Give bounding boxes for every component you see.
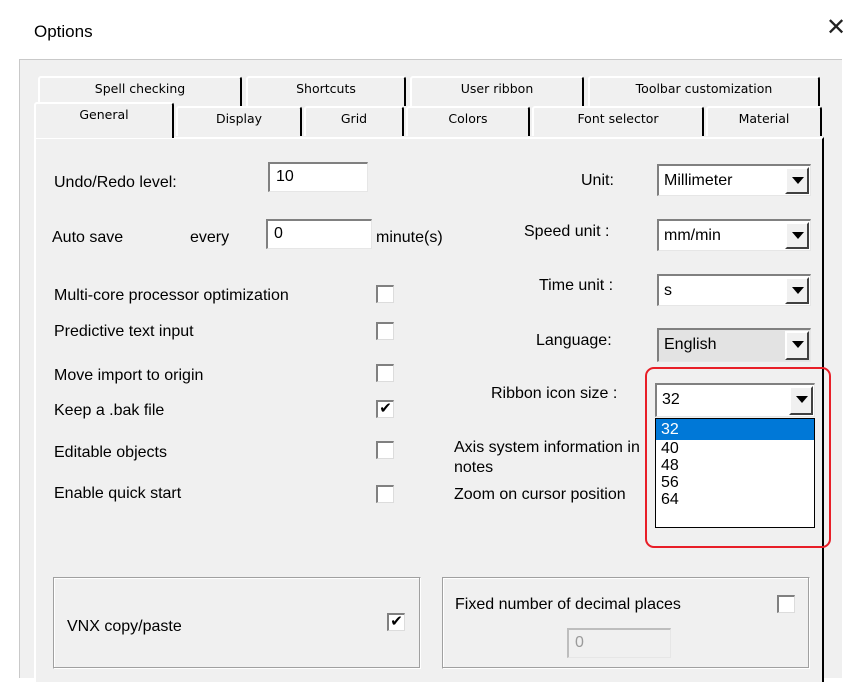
predictive-label: Predictive text input — [54, 323, 194, 340]
dropdown-option-48[interactable]: 48 — [656, 457, 814, 474]
editable-objects-label: Editable objects — [54, 444, 167, 461]
ribbon-icon-size-value: 32 — [662, 391, 680, 408]
predictive-checkbox[interactable] — [376, 322, 394, 340]
quick-start-checkbox[interactable] — [376, 485, 394, 503]
language-select[interactable]: English — [657, 328, 811, 362]
tab-font-selector[interactable]: Font selector — [532, 106, 704, 136]
time-unit-select[interactable]: s — [657, 274, 811, 306]
bak-file-label: Keep a .bak file — [54, 402, 165, 419]
dropdown-option-40[interactable]: 40 — [656, 440, 814, 457]
dropdown-option-32[interactable]: 32 — [656, 419, 814, 440]
vnx-label: VNX copy/paste — [67, 618, 182, 635]
chevron-down-icon[interactable] — [785, 277, 809, 304]
multicore-checkbox[interactable] — [376, 285, 394, 303]
tab-material[interactable]: Material — [706, 106, 822, 136]
quick-start-label: Enable quick start — [54, 485, 182, 502]
tab-display[interactable]: Display — [176, 106, 302, 136]
multicore-label: Multi-core processor optimization — [54, 287, 289, 304]
fixed-decimal-label: Fixed number of decimal places — [455, 596, 681, 613]
ribbon-icon-size-label: Ribbon icon size : — [491, 385, 618, 402]
chevron-down-icon[interactable] — [785, 167, 809, 194]
vnx-checkbox[interactable]: ✔ — [387, 613, 405, 631]
close-icon[interactable]: ✕ — [826, 16, 846, 40]
undo-redo-label: Undo/Redo level: — [54, 174, 177, 191]
move-import-checkbox[interactable] — [376, 364, 394, 382]
chevron-down-icon[interactable] — [785, 222, 809, 249]
every-label: every — [190, 229, 230, 246]
chevron-down-icon[interactable] — [789, 386, 813, 415]
chevron-down-icon[interactable] — [785, 331, 809, 360]
unit-value: Millimeter — [664, 172, 733, 189]
axis-info-label-line2: notes — [454, 459, 494, 476]
autosave-input[interactable]: 0 — [266, 219, 372, 249]
language-value: English — [664, 336, 717, 353]
fixed-decimal-checkbox[interactable] — [777, 595, 795, 613]
window-title: Options — [34, 22, 93, 41]
tab-general[interactable]: General — [34, 102, 174, 138]
move-import-label: Move import to origin — [54, 367, 204, 384]
zoom-cursor-label: Zoom on cursor position — [454, 486, 626, 503]
tab-grid[interactable]: Grid — [304, 106, 404, 136]
ribbon-icon-size-select[interactable]: 32 — [655, 383, 815, 417]
editable-objects-checkbox[interactable] — [376, 441, 394, 459]
dropdown-option-56[interactable]: 56 — [656, 474, 814, 491]
tab-user-ribbon[interactable]: User ribbon — [410, 76, 584, 106]
time-unit-value: s — [664, 282, 672, 299]
minutes-label: minute(s) — [376, 229, 443, 246]
axis-info-label-line1: Axis system information in — [454, 439, 640, 456]
speed-unit-value: mm/min — [664, 227, 721, 244]
ribbon-icon-size-dropdown[interactable]: 32 40 48 56 64 — [655, 418, 815, 528]
tab-toolbar-customization[interactable]: Toolbar customization — [588, 76, 820, 106]
speed-unit-select[interactable]: mm/min — [657, 219, 811, 251]
unit-select[interactable]: Millimeter — [657, 164, 811, 196]
undo-redo-input[interactable]: 10 — [268, 162, 368, 192]
time-unit-label: Time unit : — [539, 277, 614, 294]
language-label: Language: — [536, 332, 612, 349]
dropdown-option-64[interactable]: 64 — [656, 491, 814, 508]
unit-label: Unit: — [581, 172, 614, 189]
bak-file-checkbox[interactable]: ✔ — [376, 400, 394, 418]
autosave-label: Auto save — [52, 229, 124, 246]
tab-shortcuts[interactable]: Shortcuts — [246, 76, 406, 106]
speed-unit-label: Speed unit : — [524, 223, 610, 240]
decimal-places-input[interactable]: 0 — [567, 628, 671, 658]
tab-colors[interactable]: Colors — [406, 106, 530, 136]
